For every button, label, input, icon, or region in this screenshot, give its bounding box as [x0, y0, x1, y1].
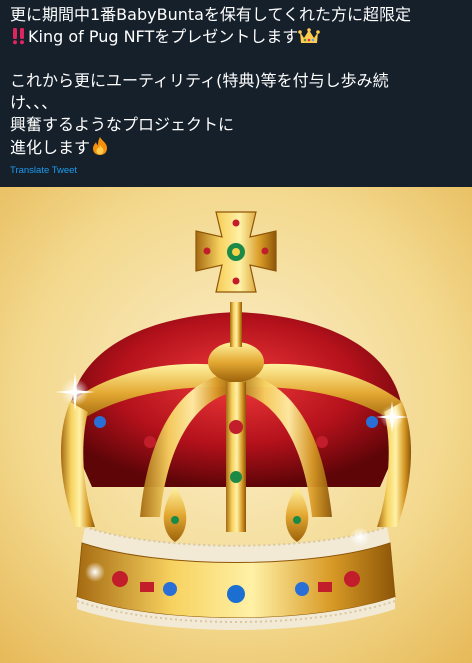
- tweet-line-4: これから更にユーティリティ(特典)等を付与し歩み続: [10, 71, 389, 90]
- tweet-line-2: King of Pug NFTをプレゼントします: [10, 26, 465, 48]
- tweet-media-image[interactable]: [0, 187, 472, 663]
- fire-icon: [90, 136, 110, 162]
- tweet-line-7-text: 進化します: [10, 138, 91, 157]
- double-exclamation-icon: [10, 27, 28, 51]
- tweet-line-1: 更に期間中1番BabyBuntaを保有してくれた方に超限定: [10, 5, 411, 24]
- tweet-line-5: け、、、: [10, 93, 58, 112]
- crown-image: [0, 187, 472, 663]
- tweet-line-2-text: King of Pug NFTをプレゼントします: [28, 27, 299, 46]
- crown-icon: [298, 27, 321, 51]
- tweet-view: 更に期間中1番BabyBuntaを保有してくれた方に超限定 King of Pu…: [0, 0, 472, 663]
- translate-tweet-link[interactable]: Translate Tweet: [10, 165, 77, 176]
- tweet-line-7: 進化します: [10, 136, 465, 158]
- tweet-text: 更に期間中1番BabyBuntaを保有してくれた方に超限定 King of Pu…: [10, 4, 465, 158]
- tweet-line-6: 興奮するようなプロジェクトに: [10, 115, 235, 134]
